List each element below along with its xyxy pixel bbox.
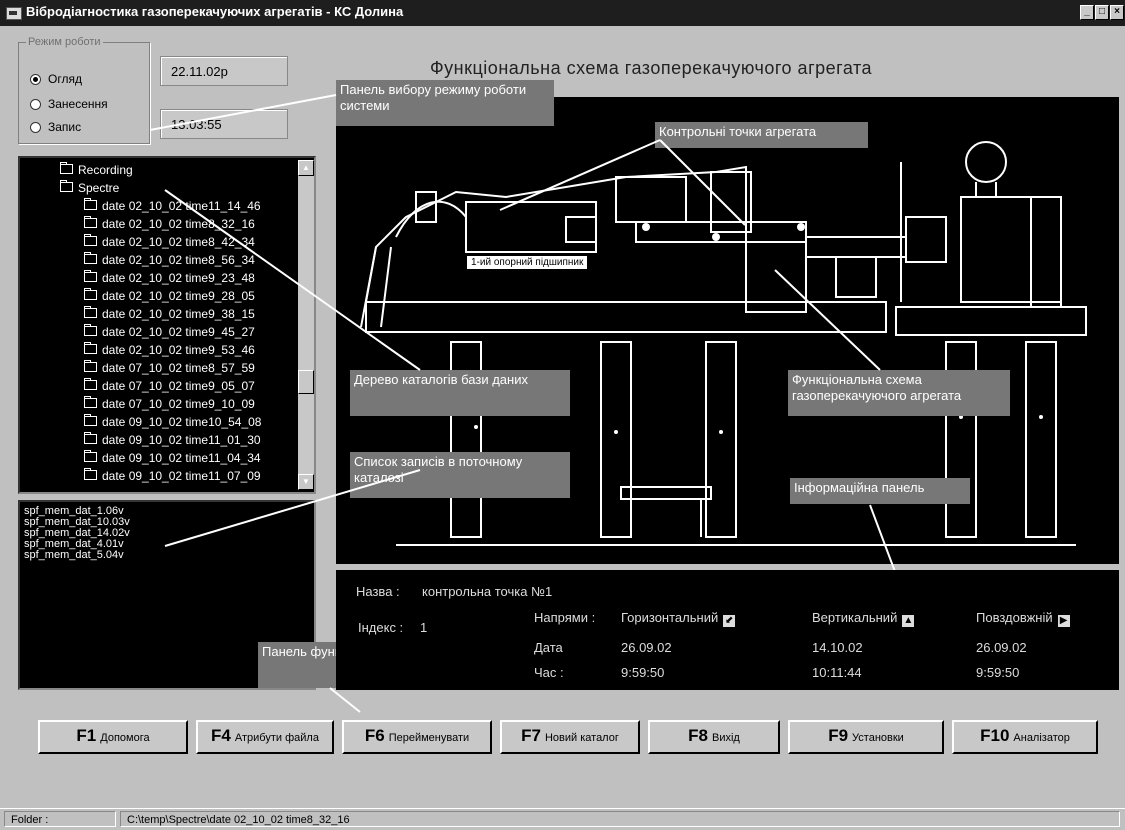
date-horizontal: 26.09.02 [621,640,672,655]
f9-settings-button[interactable]: F9 Установки [788,720,944,754]
direction-vertical[interactable]: Вертикальний ▲ [812,610,915,627]
f7-new-folder-button[interactable]: F7 Новий каталог [500,720,640,754]
date-vertical: 14.10.02 [812,640,863,655]
status-bar: Folder : C:\temp\Spectre\date 02_10_02 t… [0,808,1125,830]
diagonal-arrow-icon[interactable]: ⬋ [723,615,736,627]
status-path: C:\temp\Spectre\date 02_10_02 time8_32_1… [120,811,1120,827]
f1-help-button[interactable]: F1 Допомога [38,720,188,754]
f10-analyzer-button[interactable]: F10 Аналізатор [952,720,1098,754]
time-horizontal: 9:59:50 [621,665,665,680]
index-value: 1 [420,620,428,635]
f4-attributes-button[interactable]: F4 Атрибути файла [196,720,334,754]
callout-arrows [149,94,901,713]
up-arrow-icon[interactable]: ▲ [902,615,915,627]
direction-longitudinal[interactable]: Повздовжній ▶ [976,610,1070,627]
right-arrow-icon[interactable]: ▶ [1057,615,1070,627]
f8-exit-button[interactable]: F8 Вихід [648,720,780,754]
info-panel: Назва : контрольна точка №1 Індекс : 1 Н… [336,570,1119,690]
f6-rename-button[interactable]: F6 Перейменувати [342,720,492,754]
name-value: контрольна точка №1 [422,584,553,599]
status-label: Folder : [4,811,116,827]
directions-label: Напрями : [534,610,596,625]
time-vertical: 10:11:44 [812,665,862,680]
index-label: Індекс : [358,620,404,635]
date-longitudinal: 26.09.02 [976,640,1027,655]
date-label: Дата [534,640,563,655]
time-longitudinal: 9:59:50 [976,665,1020,680]
direction-horizontal[interactable]: Горизонтальний ⬋ [621,610,736,627]
name-label: Назва : [356,584,400,599]
time-label: Час : [534,665,564,680]
